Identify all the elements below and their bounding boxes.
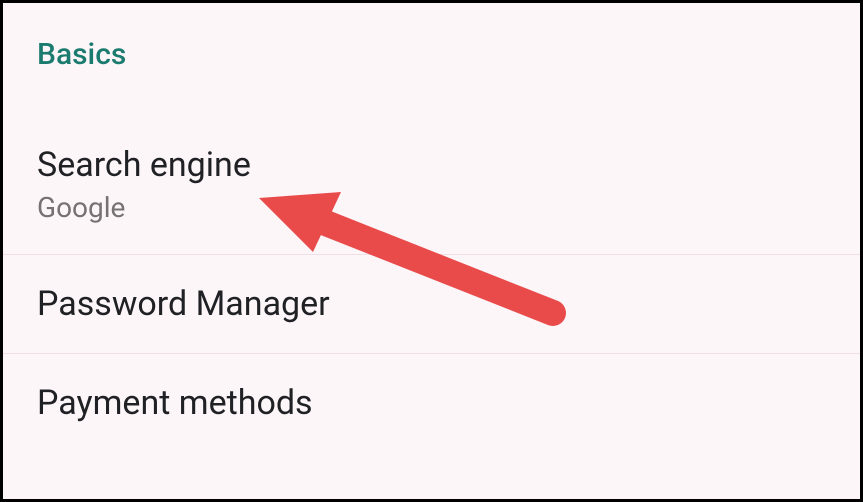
setting-title: Payment methods	[37, 382, 826, 425]
setting-payment-methods[interactable]: Payment methods	[3, 354, 860, 453]
setting-search-engine[interactable]: Search engine Google	[3, 90, 860, 255]
settings-panel: Basics Search engine Google Password Man…	[0, 0, 863, 502]
setting-subtitle: Google	[37, 191, 826, 224]
setting-title: Search engine	[37, 144, 826, 187]
section-header-basics: Basics	[3, 3, 860, 90]
setting-password-manager[interactable]: Password Manager	[3, 255, 860, 355]
setting-title: Password Manager	[37, 283, 826, 326]
